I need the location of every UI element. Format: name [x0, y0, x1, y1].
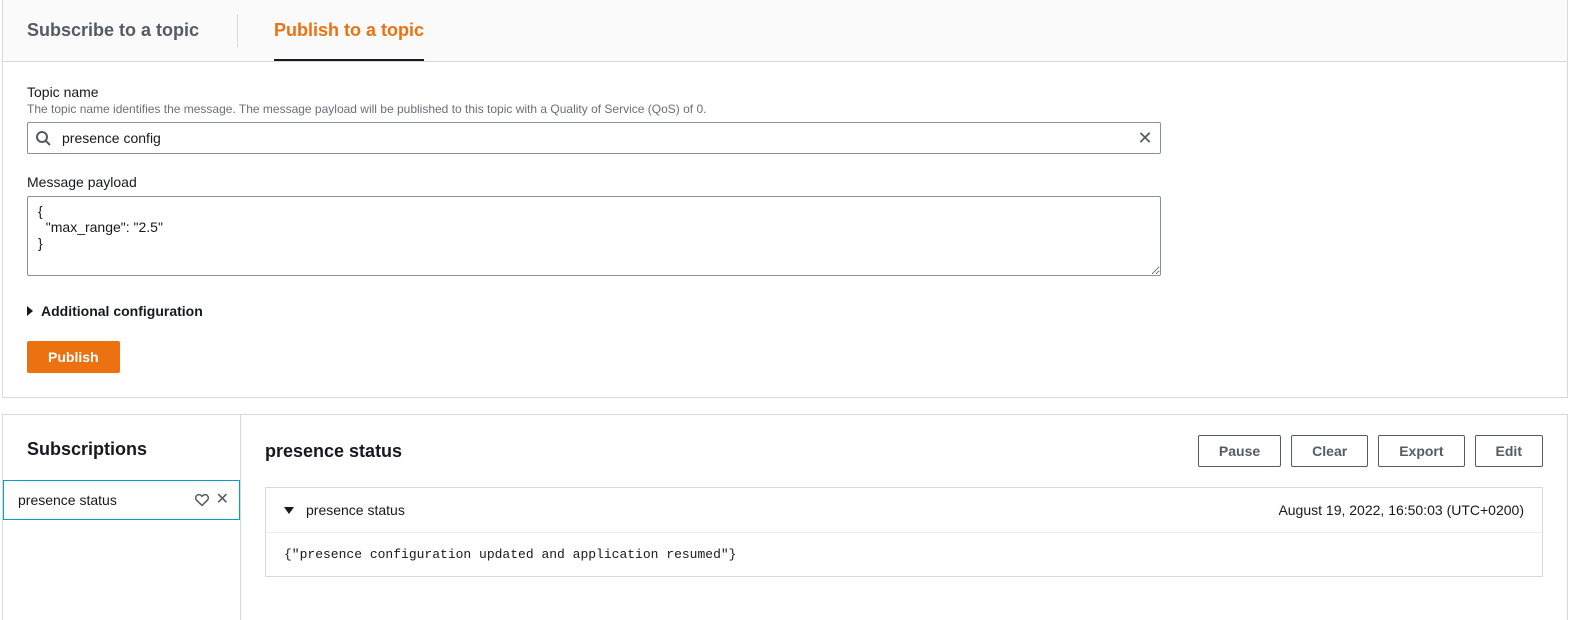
topic-name-label: Topic name	[27, 84, 1543, 100]
topic-name-input[interactable]	[27, 122, 1161, 154]
pause-button[interactable]: Pause	[1198, 435, 1281, 467]
message-body: {"presence configuration updated and app…	[266, 533, 1542, 576]
additional-config-expander[interactable]: Additional configuration	[27, 303, 1543, 319]
caret-right-icon	[27, 306, 33, 316]
close-icon[interactable]: ✕	[216, 492, 229, 508]
subscription-item[interactable]: presence status ✕	[3, 480, 240, 520]
subscriptions-sidebar: Subscriptions presence status ✕	[3, 415, 241, 620]
publish-panel: Subscribe to a topic Publish to a topic …	[2, 0, 1568, 398]
message-view: presence status Pause Clear Export Edit …	[241, 415, 1567, 620]
message-timestamp: August 19, 2022, 16:50:03 (UTC+0200)	[1278, 502, 1524, 518]
subscriptions-header: Subscriptions	[3, 415, 240, 480]
message-view-title: presence status	[265, 441, 402, 462]
messages-panel: Subscriptions presence status ✕ presence…	[2, 414, 1568, 620]
publish-form: Topic name The topic name identifies the…	[3, 62, 1567, 397]
message-topic: presence status	[306, 502, 405, 518]
tab-publish[interactable]: Publish to a topic	[274, 0, 424, 61]
message-view-header: presence status Pause Clear Export Edit	[241, 415, 1567, 487]
caret-down-icon	[284, 507, 294, 514]
message-card: presence status August 19, 2022, 16:50:0…	[265, 487, 1543, 577]
edit-button[interactable]: Edit	[1475, 435, 1543, 467]
heart-icon[interactable]	[194, 492, 210, 508]
publish-button[interactable]: Publish	[27, 341, 120, 373]
clear-button[interactable]: Clear	[1291, 435, 1368, 467]
subscription-name: presence status	[18, 492, 117, 508]
tab-separator	[237, 14, 238, 47]
topic-name-field-wrap: ✕	[27, 122, 1161, 154]
additional-config-label: Additional configuration	[41, 303, 203, 319]
export-button[interactable]: Export	[1378, 435, 1464, 467]
clear-input-icon[interactable]: ✕	[1137, 130, 1153, 146]
topic-name-hint: The topic name identifies the message. T…	[27, 102, 1543, 116]
message-card-header[interactable]: presence status August 19, 2022, 16:50:0…	[266, 488, 1542, 533]
tab-subscribe[interactable]: Subscribe to a topic	[27, 0, 199, 61]
payload-label: Message payload	[27, 174, 1543, 190]
tabs-bar: Subscribe to a topic Publish to a topic	[3, 0, 1567, 62]
payload-textarea[interactable]	[27, 196, 1161, 276]
message-view-actions: Pause Clear Export Edit	[1198, 435, 1543, 467]
